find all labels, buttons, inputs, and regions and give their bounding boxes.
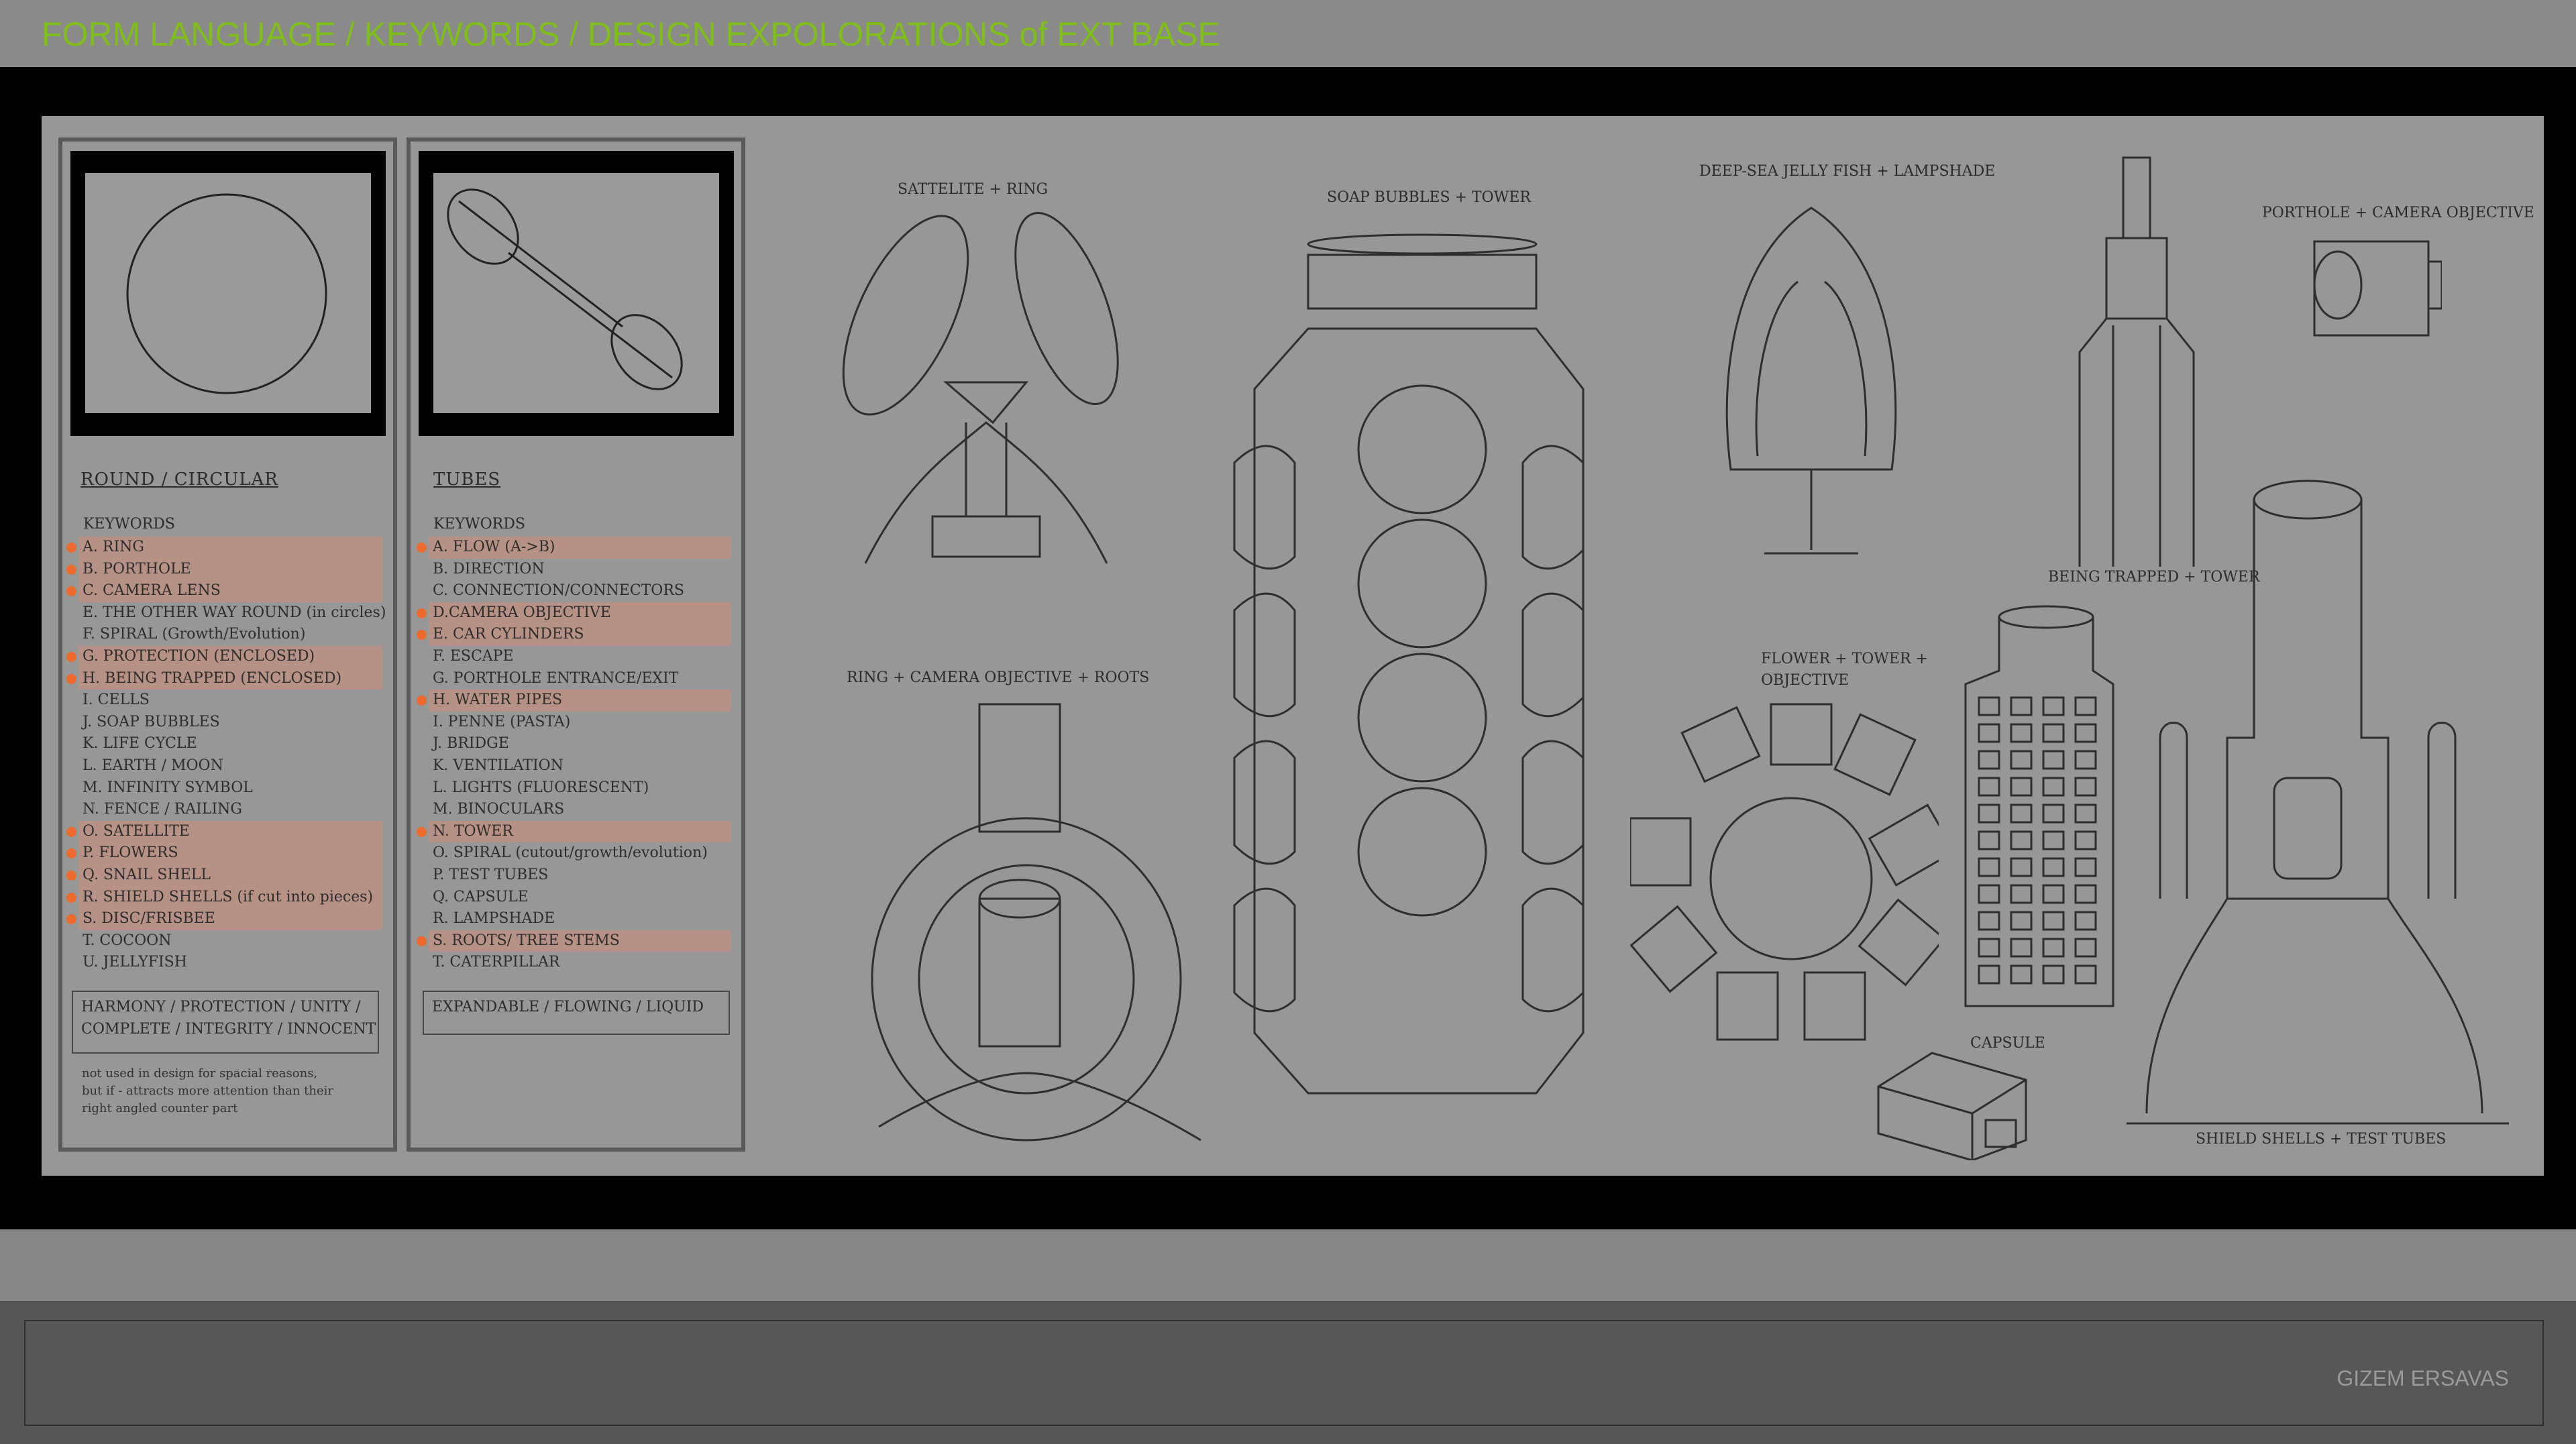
tubes-keyword-item: N. TOWER	[417, 820, 731, 843]
footer-inner-box	[24, 1320, 2544, 1426]
tubes-keyword-item: L. LIGHTS (FLUORESCENT)	[433, 779, 649, 796]
round-summary-line1: HARMONY / PROTECTION / UNITY /	[81, 999, 361, 1015]
sketch-capsule-tower	[1964, 605, 2114, 1007]
round-keyword-item: G. PROTECTION (ENCLOSED)	[66, 645, 382, 668]
round-keyword-item: M. INFINITY SYMBOL	[83, 779, 253, 796]
round-keyword-list: A. RING B. PORTHOLE C. CAMERA LENS E. THE O…	[66, 537, 386, 974]
tubes-keyword-item: I. PENNE (PASTA)	[433, 713, 571, 730]
round-note-line3: right angled counter part	[82, 1101, 238, 1115]
tubes-keyword-item: Q. CAPSULE	[433, 888, 529, 905]
sketch-ring-camera-roots	[871, 703, 1201, 1142]
sketch-soap-bubbles-tower	[1233, 233, 1585, 1095]
sketch-shield-test-tubes	[2127, 480, 2509, 1125]
tubes-keyword-item: C. CONNECTION/CONNECTORS	[433, 582, 684, 600]
sketch-jellyfish-lampshade	[1725, 207, 1897, 555]
round-keywords-title: KEYWORDS	[83, 516, 175, 533]
sketch-flower-tower	[1630, 703, 1939, 1041]
round-summary-box: HARMONY / PROTECTION / UNITY / COMPLETE …	[72, 991, 379, 1054]
label-ring-camera-roots: RING + CAMERA OBJECTIVE + ROOTS	[847, 669, 1150, 686]
round-keyword-item: C. CAMERA LENS	[66, 580, 382, 602]
round-keyword-item: R. SHIELD SHELLS (if cut into pieces)	[66, 886, 382, 909]
round-keyword-item: H. BEING TRAPPED (ENCLOSED)	[66, 667, 382, 690]
round-keyword-item: P. FLOWERS	[66, 842, 382, 865]
round-keyword-item: Q. SNAIL SHELL	[66, 864, 382, 887]
tubes-keyword-item: H. WATER PIPES	[417, 689, 731, 712]
round-note: not used in design for spacial reasons, …	[82, 1065, 333, 1117]
tubes-keyword-item: O. SPIRAL (cutout/growth/evolution)	[433, 844, 708, 862]
round-keyword-item: N. FENCE / RAILING	[83, 801, 242, 818]
round-keyword-item: J. SOAP BUBBLES	[83, 713, 220, 730]
tubes-keyword-item: R. LAMPSHADE	[433, 910, 555, 928]
label-flower-line2: OBJECTIVE	[1761, 672, 1849, 689]
label-jellyfish-lampshade: DEEP-SEA JELLY FISH + LAMPSHADE	[1699, 163, 1996, 180]
round-keyword-item: E. THE OTHER WAY ROUND (in circles)	[83, 604, 386, 621]
tubes-summary-box: EXPANDABLE / FLOWING / LIQUID	[423, 991, 730, 1035]
tubes-keyword-item: A. FLOW (A->B)	[417, 537, 731, 559]
round-keyword-item: B. PORTHOLE	[66, 558, 382, 581]
label-flower-tower: FLOWER + TOWER + OBJECTIVE	[1761, 649, 1928, 691]
label-flower-line1: FLOWER + TOWER +	[1761, 651, 1928, 667]
round-keyword-item: F. SPIRAL (Growth/Evolution)	[83, 626, 306, 643]
circle-diagram	[85, 173, 371, 413]
tubes-summary-text: EXPANDABLE / FLOWING / LIQUID	[432, 999, 704, 1015]
tubes-keyword-item: S. ROOTS/ TREE STEMS	[417, 930, 731, 952]
round-summary-line2: COMPLETE / INTEGRITY / INNOCENT	[81, 1021, 376, 1038]
label-soap-bubbles-tower: SOAP BUBBLES + TOWER	[1327, 189, 1531, 206]
round-keyword-item: O. SATELLITE	[66, 820, 382, 843]
label-satellite-ring: SATTELITE + RING	[898, 181, 1049, 198]
tubes-keyword-item: B. DIRECTION	[433, 560, 545, 577]
tubes-keyword-item: K. VENTILATION	[433, 757, 564, 774]
round-heading: ROUND / CIRCULAR	[80, 469, 278, 490]
tubes-keyword-item: E. CAR CYLINDERS	[417, 624, 731, 646]
tubes-keyword-item: J. BRIDGE	[433, 735, 509, 753]
tubes-keyword-item: T. CATERPILLAR	[433, 954, 560, 971]
round-keyword-item: S. DISC/FRISBEE	[66, 908, 382, 930]
tubes-heading: TUBES	[433, 469, 501, 490]
tubes-keyword-item: M. BINOCULARS	[433, 801, 565, 818]
round-keyword-item: K. LIFE CYCLE	[83, 735, 197, 753]
round-keyword-item: U. JELLYFISH	[83, 954, 187, 971]
round-note-line2: but if - attracts more attention than th…	[82, 1084, 334, 1098]
sketch-capsule	[1877, 1052, 2027, 1160]
label-porthole-camera: PORTHOLE + CAMERA OBJECTIVE	[2262, 205, 2534, 221]
round-keyword-item: T. COCOON	[83, 932, 172, 949]
round-keyword-item: A. RING	[66, 537, 382, 559]
tubes-keyword-list: A. FLOW (A->B) B. DIRECTION C. CONNECTION/…	[417, 537, 731, 974]
author-name: GIZEM ERSAVAS	[2337, 1366, 2509, 1390]
tubes-keyword-item: P. TEST TUBES	[433, 866, 549, 883]
tube-diagram	[433, 173, 719, 413]
tubes-keywords-title: KEYWORDS	[433, 516, 525, 533]
tube-diagram-frame	[419, 151, 734, 436]
sketch-porthole-camera	[2313, 240, 2442, 337]
round-keyword-item: I. CELLS	[83, 691, 150, 709]
tubes-keyword-item: G. PORTHOLE ENTRANCE/EXIT	[433, 669, 679, 687]
round-keyword-item: L. EARTH / MOON	[83, 757, 223, 774]
round-note-line1: not used in design for spacial reasons,	[82, 1066, 318, 1080]
tubes-keyword-item: D.CAMERA OBJECTIVE	[417, 602, 731, 624]
circle-diagram-frame	[70, 151, 386, 436]
sketch-satellite-ring	[842, 212, 1119, 564]
tubes-keyword-item: F. ESCAPE	[433, 647, 514, 665]
page-title: FORM LANGUAGE / KEYWORDS / DESIGN EXPOLO…	[42, 15, 1220, 53]
